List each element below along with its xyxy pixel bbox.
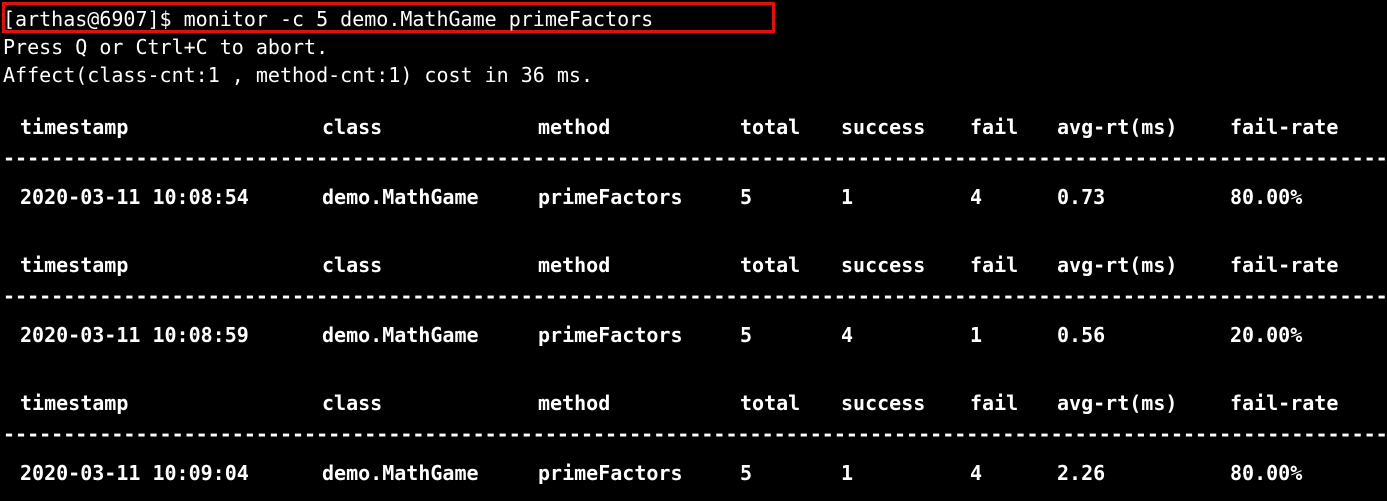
- cell-class: demo.MathGame: [322, 185, 479, 209]
- header-fail-rate: fail-rate: [1230, 253, 1339, 277]
- header-timestamp: timestamp: [20, 115, 129, 139]
- header-class: class: [322, 253, 383, 277]
- header-class: class: [322, 391, 383, 415]
- header-fail: fail: [970, 253, 1019, 277]
- cell-fail: 4: [970, 461, 983, 485]
- cell-timestamp: 2020-03-11 10:08:54: [20, 185, 249, 209]
- header-fail: fail: [970, 391, 1019, 415]
- cell-total: 5: [740, 185, 753, 209]
- header-timestamp: timestamp: [20, 253, 129, 277]
- header-method: method: [538, 115, 611, 139]
- cell-avg-rt: 0.73: [1057, 185, 1106, 209]
- affect-summary: Affect(class-cnt:1 , method-cnt:1) cost …: [3, 63, 594, 87]
- header-total: total: [740, 391, 801, 415]
- header-timestamp: timestamp: [20, 391, 129, 415]
- header-method: method: [538, 253, 611, 277]
- separator-line: ----------------------------------------…: [3, 148, 1387, 168]
- cell-method: primeFactors: [538, 323, 683, 347]
- cell-total: 5: [740, 461, 753, 485]
- cell-success: 1: [841, 185, 854, 209]
- header-avg-rt: avg-rt(ms): [1057, 391, 1178, 415]
- header-method: method: [538, 391, 611, 415]
- cell-timestamp: 2020-03-11 10:08:59: [20, 323, 249, 347]
- cell-success: 4: [841, 323, 854, 347]
- header-fail-rate: fail-rate: [1230, 391, 1339, 415]
- header-success: success: [841, 391, 926, 415]
- cell-total: 5: [740, 323, 753, 347]
- header-success: success: [841, 115, 926, 139]
- separator-line: ----------------------------------------…: [3, 286, 1387, 306]
- header-success: success: [841, 253, 926, 277]
- cell-timestamp: 2020-03-11 10:09:04: [20, 461, 249, 485]
- cell-fail-rate: 80.00%: [1230, 461, 1303, 485]
- header-total: total: [740, 115, 801, 139]
- cell-fail: 1: [970, 323, 983, 347]
- header-avg-rt: avg-rt(ms): [1057, 115, 1178, 139]
- header-avg-rt: avg-rt(ms): [1057, 253, 1178, 277]
- header-class: class: [322, 115, 383, 139]
- cell-fail-rate: 20.00%: [1230, 323, 1303, 347]
- cell-avg-rt: 2.26: [1057, 461, 1106, 485]
- header-fail-rate: fail-rate: [1230, 115, 1339, 139]
- cell-class: demo.MathGame: [322, 323, 479, 347]
- separator-line: ----------------------------------------…: [3, 424, 1387, 444]
- header-fail: fail: [970, 115, 1019, 139]
- cell-fail: 4: [970, 185, 983, 209]
- cell-success: 1: [841, 461, 854, 485]
- abort-hint: Press Q or Ctrl+C to abort.: [3, 35, 329, 59]
- cell-class: demo.MathGame: [322, 461, 479, 485]
- cell-avg-rt: 0.56: [1057, 323, 1106, 347]
- cell-method: primeFactors: [538, 185, 683, 209]
- cell-method: primeFactors: [538, 461, 683, 485]
- command-line: [arthas@6907]$ monitor -c 5 demo.MathGam…: [3, 7, 654, 31]
- header-total: total: [740, 253, 801, 277]
- cell-fail-rate: 80.00%: [1230, 185, 1303, 209]
